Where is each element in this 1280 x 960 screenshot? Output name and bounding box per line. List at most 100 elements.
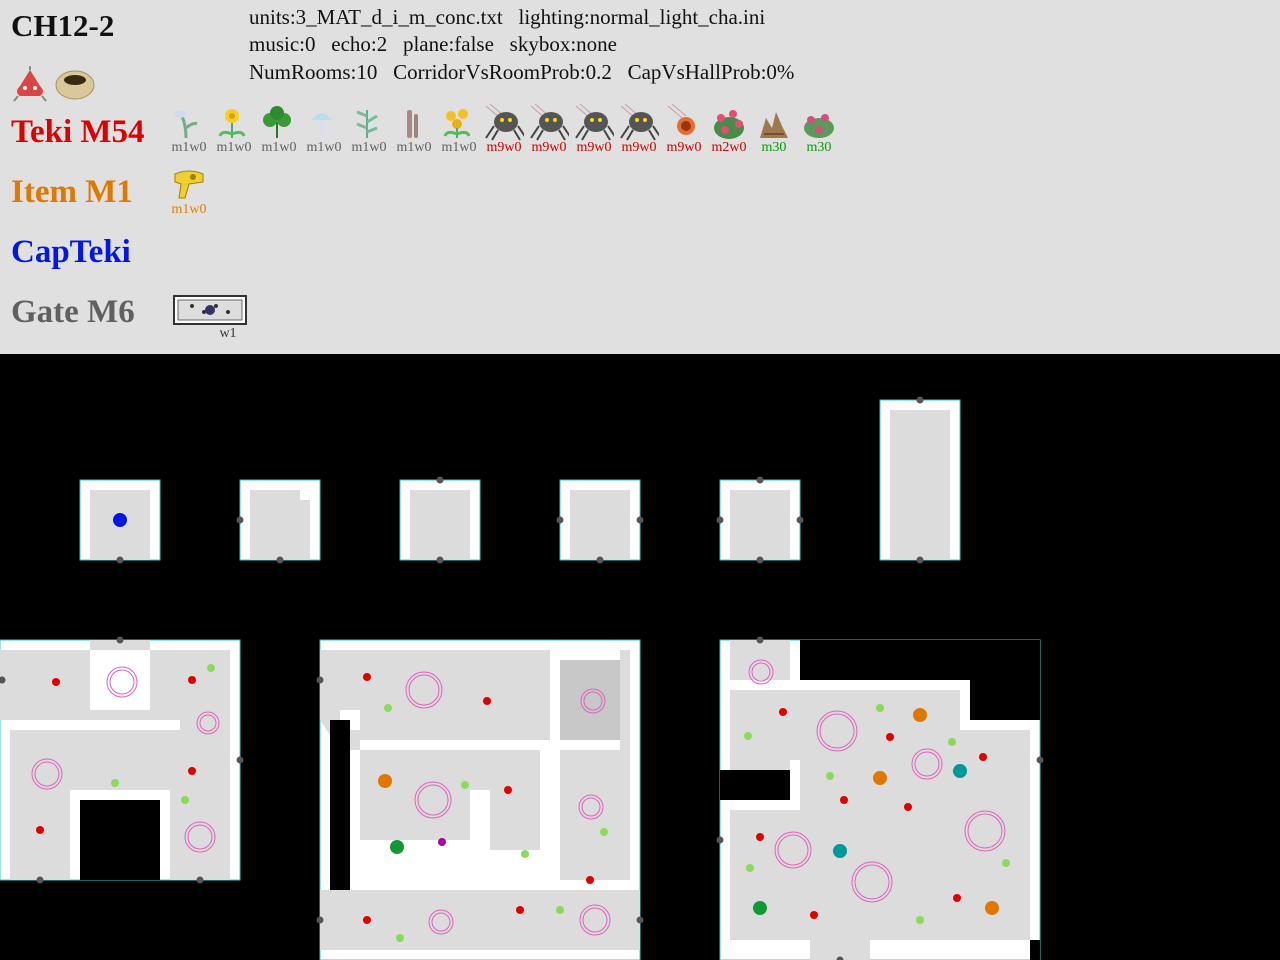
info-line-units: units:3_MAT_d_i_m_conc.txt lighting:norm… [249, 5, 766, 29]
entry-weight-label: m9w0 [576, 140, 612, 155]
room-cap-c [399, 476, 481, 564]
enemy-spawn-marker [516, 906, 524, 914]
spider-enemy-icon [530, 104, 569, 141]
info-line-rooms: NumRooms:10 CorridorVsRoomProb:0.2 CapVs… [249, 60, 795, 84]
entry-weight-label: m2w0 [711, 140, 747, 155]
plant-spawn-marker [744, 732, 752, 740]
enemy-spawn-marker [36, 826, 44, 834]
plant-spawn-marker [826, 772, 834, 780]
enemy-spawn-marker [779, 708, 787, 716]
stalk-plant-icon [407, 110, 418, 138]
sprout-plant-icon [174, 110, 198, 139]
enemy-spawn-marker [483, 697, 491, 705]
plant-spawn-marker [746, 864, 754, 872]
plant-spawn-marker [556, 906, 564, 914]
teki-entry: m1w0 [167, 104, 211, 156]
teki-entry: m9w0 [662, 104, 706, 156]
capteki-row-label: CapTeki [11, 234, 131, 270]
enemy-spawn-marker [953, 894, 961, 902]
room-corridor-tall [879, 396, 961, 564]
entry-weight-label: m1w0 [171, 202, 207, 217]
teki-entry: m30 [752, 104, 796, 156]
enemy-spawn-marker [586, 876, 594, 884]
bomb-rock-icon [667, 104, 695, 135]
plant-spawn-marker [111, 779, 119, 787]
gate-entry: w1 [172, 292, 248, 342]
cave-hole-icon [55, 70, 95, 100]
enemy-spawn-marker [904, 803, 912, 811]
entry-weight-label: m1w0 [306, 140, 342, 155]
teki-entry: m1w0 [437, 104, 481, 156]
teki-row-label: Teki M54 [11, 114, 145, 150]
info-line-music: music:0 echo:2 plane:false skybox:none [249, 32, 618, 56]
entry-weight-label: m9w0 [531, 140, 567, 155]
plant-spawn-marker [600, 828, 608, 836]
plant-spawn-marker [521, 850, 529, 858]
teki-entry: m9w0 [482, 104, 526, 156]
treasure-spawn-marker [985, 901, 999, 915]
plant-spawn-marker [181, 796, 189, 804]
enemy-spawn-marker [756, 833, 764, 841]
teki-entry: m9w0 [572, 104, 616, 156]
plant-spawn-marker [916, 916, 924, 924]
entry-weight-label: m1w0 [171, 140, 207, 155]
entry-weight-label: m9w0 [486, 140, 522, 155]
sublevel-title: CH12-2 [11, 8, 115, 43]
start-point-marker [113, 513, 127, 527]
entry-weight-label: m1w0 [261, 140, 297, 155]
yellow-flower-plant-icon [443, 109, 471, 138]
room-cap-b [236, 479, 321, 564]
teki-entry: m2w0 [707, 104, 751, 156]
enemy-spawn-marker [188, 767, 196, 775]
entry-weight-label: m1w0 [441, 140, 477, 155]
spider-enemy-icon [620, 104, 659, 141]
teki-entry: m1w0 [257, 104, 301, 156]
entry-weight-label: m1w0 [351, 140, 387, 155]
entry-weight-label: m9w0 [621, 140, 657, 155]
item-row-label: Item M1 [11, 174, 133, 210]
entry-weight-label: m9w0 [666, 140, 702, 155]
enemy-spawn-marker [363, 673, 371, 681]
enemy-spawn-marker [52, 678, 60, 686]
entry-weight-label: m30 [761, 140, 787, 155]
berry-bush-icon [804, 114, 834, 138]
plant-spawn-marker [1002, 859, 1010, 867]
teki-entry: m1w0 [302, 104, 346, 156]
entry-weight-label: m1w0 [396, 140, 432, 155]
teki-entry: m9w0 [617, 104, 661, 156]
enemy-spawn-marker [840, 796, 848, 804]
mushroom-plant-icon [312, 113, 332, 138]
room-large-middle [316, 639, 644, 960]
sublevel-info-panel: CH12-2 units:3_MAT_d_i_m_conc.txt lighti… [0, 0, 1280, 354]
pikmin-onion-icon [13, 66, 47, 102]
dandelion-plant-icon [218, 109, 246, 138]
fern-plant-icon [356, 110, 378, 138]
teki-entry: m1w0 [212, 104, 256, 156]
plant-spawn-marker [461, 781, 469, 789]
plant-spawn-marker [396, 934, 404, 942]
room-start [79, 479, 161, 564]
room-cap-e [716, 476, 804, 564]
treasure-spawn-marker [873, 771, 887, 785]
enemy-spawn-marker [886, 733, 894, 741]
enemy-spawn-marker [363, 916, 371, 924]
gate-row-label: Gate M6 [11, 294, 135, 330]
spider-enemy-icon [485, 104, 524, 141]
bush-spawn-marker [753, 901, 767, 915]
room-cap-d [556, 479, 644, 564]
enemy-spawn-marker [188, 676, 196, 684]
plant-spawn-marker [876, 704, 884, 712]
teki-entry: m9w0 [527, 104, 571, 156]
entry-weight-label: m30 [806, 140, 832, 155]
treasure-spawn-marker [913, 708, 927, 722]
teki-entry: m1w0 [392, 104, 436, 156]
golden-key-treasure-icon [174, 170, 204, 199]
cave-map [0, 396, 1044, 960]
enemy-spawn-marker [979, 753, 987, 761]
brown-bush-icon [760, 112, 788, 138]
enemy-spawn-marker [504, 786, 512, 794]
treasure-spawn-marker [378, 774, 392, 788]
gate-icon [173, 295, 247, 325]
entry-weight-label: m1w0 [216, 140, 252, 155]
cap-spawn-marker [833, 844, 847, 858]
